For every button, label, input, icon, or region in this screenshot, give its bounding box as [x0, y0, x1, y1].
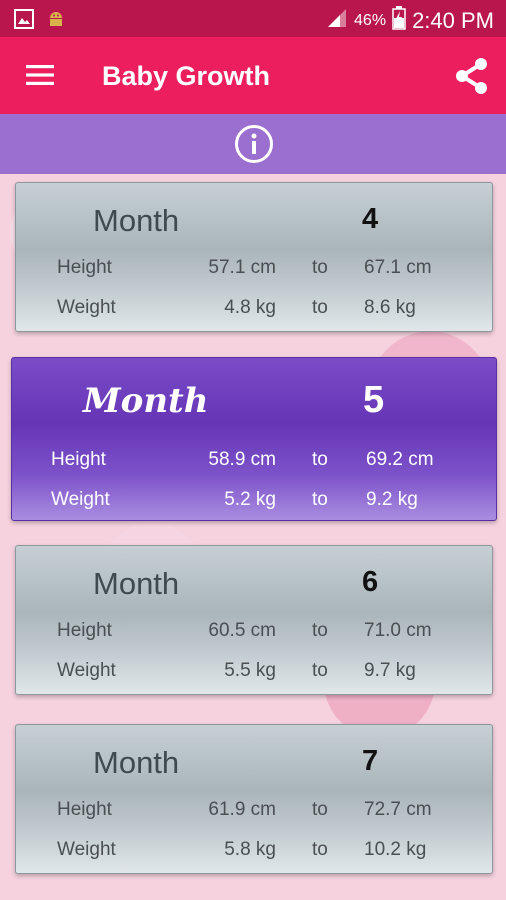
android-icon — [46, 9, 66, 34]
info-icon[interactable] — [233, 123, 275, 170]
share-icon[interactable] — [452, 56, 492, 101]
status-bar: 46% 2:40 PM — [0, 0, 506, 37]
height-min: 61.9 cm — [208, 799, 276, 820]
height-min: 60.5 cm — [208, 620, 276, 641]
height-max: 72.7 cm — [364, 799, 432, 820]
weight-label: Weight — [51, 489, 110, 510]
to-label: to — [312, 660, 328, 681]
month-label: Month — [83, 381, 209, 421]
height-max: 71.0 cm — [364, 620, 432, 641]
month-card-4[interactable]: Month 4 Height 57.1 cm to 67.1 cm Weight… — [15, 182, 493, 332]
to-label: to — [312, 449, 328, 470]
month-card-5-selected[interactable]: Month 5 Height 58.9 cm to 69.2 cm Weight… — [11, 357, 497, 521]
weight-max: 8.6 kg — [364, 297, 416, 318]
weight-min: 5.5 kg — [224, 660, 276, 681]
to-label: to — [312, 799, 328, 820]
to-label: to — [312, 620, 328, 641]
app-title: Baby Growth — [102, 61, 271, 91]
height-label: Height — [51, 449, 106, 470]
weight-max: 9.7 kg — [364, 660, 416, 681]
weight-min: 5.8 kg — [224, 839, 276, 860]
weight-min: 4.8 kg — [224, 297, 276, 318]
height-min: 58.9 cm — [208, 449, 276, 470]
month-number: 7 — [362, 745, 379, 777]
month-number: 5 — [363, 379, 385, 421]
weight-label: Weight — [57, 660, 116, 681]
info-bar — [0, 114, 506, 174]
month-label: Month — [93, 566, 180, 601]
battery-percent: 46% — [354, 11, 387, 29]
month-card-6[interactable]: Month 6 Height 60.5 cm to 71.0 cm Weight… — [15, 545, 493, 695]
weight-max: 9.2 kg — [366, 489, 418, 510]
to-label: to — [312, 839, 328, 860]
menu-icon[interactable] — [26, 64, 54, 91]
month-label: Month — [93, 203, 180, 238]
month-card-7[interactable]: Month 7 Height 61.9 cm to 72.7 cm Weight… — [15, 724, 493, 874]
weight-label: Weight — [57, 839, 116, 860]
image-icon — [14, 9, 34, 34]
height-max: 67.1 cm — [364, 257, 432, 278]
height-min: 57.1 cm — [208, 257, 276, 278]
weight-label: Weight — [57, 297, 116, 318]
month-label: Month — [93, 745, 180, 780]
height-max: 69.2 cm — [366, 449, 434, 470]
battery-charging-icon — [392, 6, 406, 35]
weight-min: 5.2 kg — [224, 489, 276, 510]
app-toolbar: Baby Growth — [0, 37, 506, 114]
status-time: 2:40 PM — [412, 7, 494, 33]
signal-icon — [326, 8, 348, 33]
to-label: to — [312, 489, 328, 510]
height-label: Height — [57, 799, 112, 820]
height-label: Height — [57, 257, 112, 278]
month-number: 6 — [362, 566, 379, 598]
to-label: to — [312, 297, 328, 318]
height-label: Height — [57, 620, 112, 641]
month-number: 4 — [362, 203, 379, 235]
weight-max: 10.2 kg — [364, 839, 427, 860]
to-label: to — [312, 257, 328, 278]
